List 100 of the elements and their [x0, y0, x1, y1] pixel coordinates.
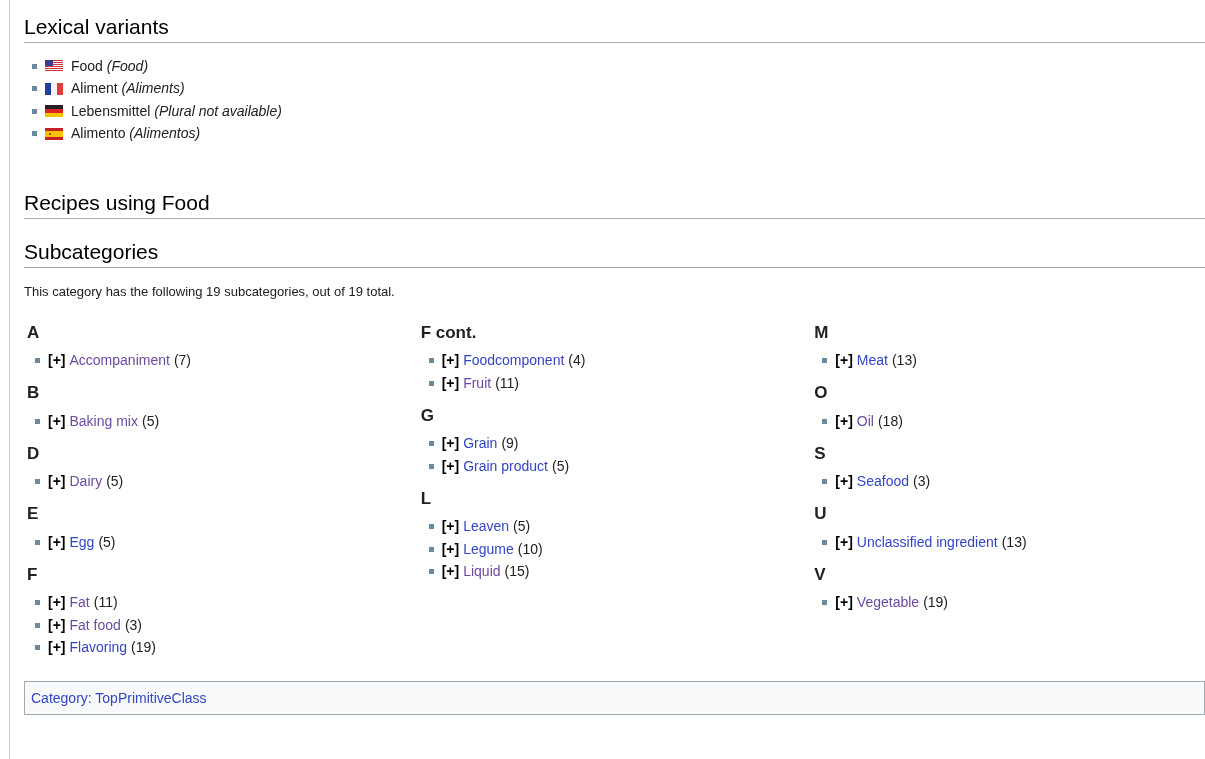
flag-icon — [45, 60, 63, 73]
bullet-icon — [428, 546, 434, 552]
page-count: (3) — [124, 615, 142, 635]
subcategory-link[interactable]: Grain — [463, 433, 498, 455]
expand-toggle[interactable]: [+] — [441, 455, 460, 477]
subcategory-link[interactable]: Egg — [69, 531, 95, 553]
bullet-icon — [32, 63, 37, 69]
letter-heading: O — [814, 382, 828, 404]
category-link[interactable]: Category: TopPrimitiveClass — [31, 687, 207, 709]
letter-heading: E — [27, 503, 39, 525]
page-count: (5) — [141, 411, 160, 431]
subcategory-link[interactable]: Liquid — [463, 561, 501, 583]
expand-toggle[interactable]: [+] — [835, 531, 853, 553]
expand-toggle[interactable]: [+] — [48, 531, 66, 553]
expand-toggle[interactable]: [+] — [48, 592, 66, 614]
subcategory-link[interactable]: Dairy — [69, 471, 103, 493]
flag-icon — [45, 82, 63, 95]
expand-toggle[interactable]: [+] — [441, 516, 460, 538]
bullet-icon — [35, 645, 40, 651]
letter-heading: S — [814, 442, 826, 465]
bullet-icon — [35, 600, 40, 606]
letter-heading: G — [420, 404, 434, 427]
subcategory-link[interactable]: Baking mix — [69, 410, 138, 432]
subcategory-link[interactable]: Accompaniment — [69, 350, 170, 372]
bullet-icon — [822, 358, 828, 364]
subcategory-link[interactable]: Leaven — [463, 516, 510, 538]
subcategory-link[interactable]: Fat food — [69, 614, 121, 636]
letter-heading: L — [420, 487, 432, 510]
page-count: (19) — [923, 593, 949, 613]
subcategory-link[interactable]: Unclassified ingredient — [856, 531, 998, 553]
variant-text: Alimento (Alimentos) — [71, 124, 201, 144]
bullet-icon — [32, 108, 37, 114]
bullet-icon — [822, 600, 828, 606]
flag-icon — [45, 105, 63, 118]
subcategory-link[interactable]: Foodcomponent — [463, 350, 565, 372]
summary-text: This category has the following 19 subcategories, out of 19 total. — [24, 283, 396, 301]
subcategory-link[interactable]: Fat — [69, 592, 90, 614]
section-heading: Recipes using Food — [24, 190, 210, 216]
subcategory-link[interactable]: Flavoring — [69, 637, 128, 659]
variant-text: Lebensmittel (Plural not available) — [71, 101, 282, 121]
bullet-icon — [822, 418, 828, 424]
bullet-icon — [35, 479, 40, 485]
expand-toggle[interactable]: [+] — [48, 637, 66, 659]
bullet-icon — [428, 441, 434, 447]
expand-toggle[interactable]: [+] — [441, 433, 460, 455]
page-count: (19) — [131, 638, 156, 658]
letter-heading: F — [27, 563, 38, 586]
bullet-icon — [35, 358, 40, 364]
page-count: (13) — [891, 351, 917, 371]
page-count: (5) — [106, 472, 124, 492]
expand-toggle[interactable]: [+] — [835, 471, 853, 493]
expand-toggle[interactable]: [+] — [48, 350, 66, 372]
bullet-icon — [822, 479, 828, 485]
page-count: (11) — [495, 373, 519, 393]
page-count: (15) — [504, 562, 530, 582]
variant-text: Food (Food) — [71, 56, 149, 76]
section-heading: Lexical variants — [24, 14, 169, 40]
bullet-icon — [428, 380, 434, 386]
page-count: (18) — [877, 411, 903, 431]
subcategory-link[interactable]: Meat — [856, 350, 888, 372]
bullet-icon — [822, 539, 828, 545]
expand-toggle[interactable]: [+] — [48, 471, 66, 493]
page-count: (5) — [552, 456, 570, 476]
page-count: (10) — [517, 539, 543, 559]
letter-heading: F cont. — [420, 321, 477, 344]
bullet-icon — [32, 131, 37, 137]
letter-heading: U — [814, 503, 827, 525]
expand-toggle[interactable]: [+] — [835, 592, 853, 614]
expand-toggle[interactable]: [+] — [48, 614, 66, 636]
letter-heading: D — [27, 442, 40, 465]
bullet-icon — [428, 358, 434, 364]
bullet-icon — [428, 463, 434, 469]
subcategory-link[interactable]: Oil — [856, 410, 874, 432]
expand-toggle[interactable]: [+] — [48, 410, 66, 432]
page-count: (5) — [513, 517, 531, 537]
page-count: (5) — [98, 532, 116, 552]
bullet-icon — [428, 524, 434, 530]
letter-heading: B — [27, 382, 40, 404]
page-count: (13) — [1001, 532, 1027, 552]
page-count: (4) — [568, 351, 586, 371]
expand-toggle[interactable]: [+] — [441, 372, 460, 394]
expand-toggle[interactable]: [+] — [441, 350, 460, 372]
bullet-icon — [428, 569, 434, 575]
subcategory-link[interactable]: Fruit — [463, 372, 492, 394]
subcategory-link[interactable]: Legume — [463, 538, 514, 560]
expand-toggle[interactable]: [+] — [441, 538, 460, 560]
bullet-icon — [35, 418, 40, 424]
letter-heading: V — [814, 563, 826, 586]
subcategory-link[interactable]: Seafood — [856, 471, 909, 493]
variant-text: Aliment (Aliments) — [71, 79, 185, 99]
expand-toggle[interactable]: [+] — [835, 350, 853, 372]
page-count: (7) — [173, 351, 191, 371]
bullet-icon — [35, 622, 40, 628]
flag-icon — [45, 127, 63, 140]
bullet-icon — [32, 86, 37, 92]
subcategory-link[interactable]: Grain product — [463, 455, 548, 477]
subcategory-link[interactable]: Vegetable — [856, 592, 920, 614]
expand-toggle[interactable]: [+] — [441, 561, 460, 583]
expand-toggle[interactable]: [+] — [835, 410, 853, 432]
letter-heading: A — [27, 321, 40, 344]
